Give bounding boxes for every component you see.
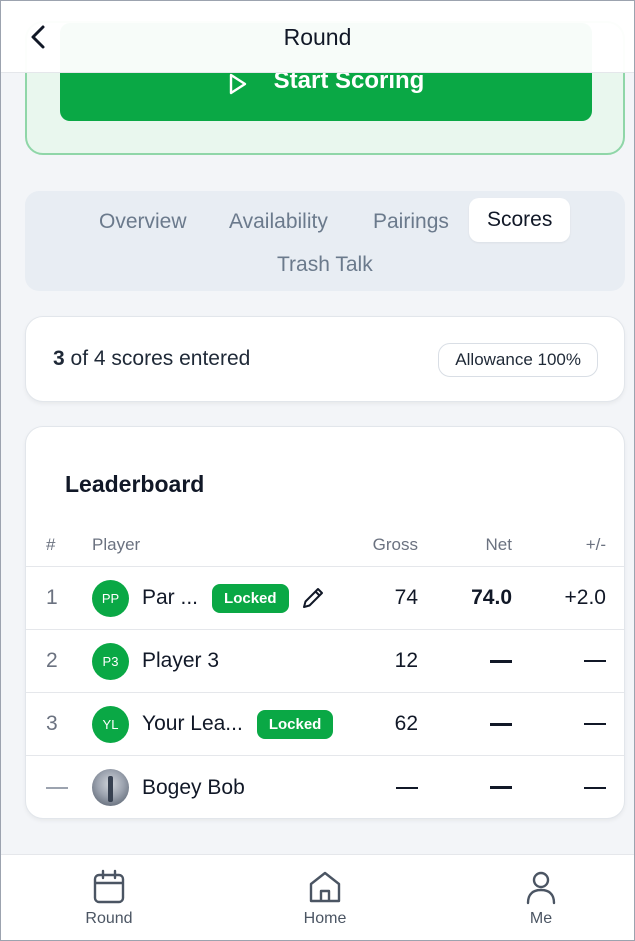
- tab-overview[interactable]: Overview: [81, 200, 205, 244]
- player-name: Player 3: [142, 649, 220, 672]
- tab-trash-talk[interactable]: Trash Talk: [259, 243, 391, 287]
- table-row[interactable]: 3 YL Your Lea... Locked 62: [26, 693, 624, 756]
- empty-value: [490, 659, 512, 663]
- col-net: Net: [485, 534, 512, 554]
- row-rank: 2: [46, 649, 58, 672]
- empty-value: [584, 660, 606, 662]
- col-rank: #: [46, 534, 56, 554]
- nav-home-label: Home: [303, 910, 347, 927]
- pencil-icon: [302, 588, 323, 608]
- app-header: Round: [1, 1, 634, 73]
- edit-score-button[interactable]: [300, 585, 326, 611]
- empty-value: [584, 786, 606, 789]
- tab-scores[interactable]: Scores: [469, 198, 571, 242]
- row-player: P3 Player 3: [92, 630, 219, 692]
- row-diff: [584, 630, 606, 692]
- scores-entered-text: 3 of 4 scores entered: [53, 347, 250, 371]
- row-diff: +2.0: [564, 586, 606, 609]
- row-net: 74.0: [471, 586, 512, 609]
- empty-value: [46, 786, 68, 789]
- row-net: [490, 693, 512, 755]
- page-title: Round: [283, 24, 352, 50]
- tab-availability[interactable]: Availability: [211, 200, 346, 244]
- table-row[interactable]: 1 PP Par ... Locked 74 74.0 +2.0: [26, 567, 624, 630]
- calendar-icon: [93, 869, 125, 904]
- bottom-nav: Round Home Me: [1, 854, 634, 940]
- row-gross: 12: [394, 649, 418, 672]
- row-diff: [584, 693, 606, 755]
- round-tabs: Overview Availability Pairings Scores Tr…: [25, 191, 625, 291]
- locked-badge: Locked: [212, 583, 289, 613]
- row-gross: 62: [394, 712, 418, 735]
- nav-me[interactable]: Me: [481, 869, 601, 928]
- nav-me-label: Me: [529, 910, 553, 927]
- avatar: PP: [92, 579, 129, 617]
- table-row[interactable]: 2 P3 Player 3 12: [26, 630, 624, 693]
- home-icon: [309, 871, 341, 903]
- scores-entered-count: 3: [53, 347, 65, 370]
- row-gross: [396, 756, 418, 818]
- col-gross: Gross: [372, 534, 418, 554]
- back-button[interactable]: [19, 17, 59, 57]
- nav-round-label: Round: [85, 910, 133, 927]
- row-rank: [46, 756, 68, 818]
- play-icon: [229, 73, 246, 95]
- player-name: Par ...: [142, 586, 199, 609]
- col-player: Player: [92, 534, 141, 554]
- leaderboard-card: Leaderboard # Player Gross Net +/- 1 PP …: [25, 426, 625, 819]
- row-player: PP Par ... Locked: [92, 567, 326, 629]
- nav-round[interactable]: Round: [49, 869, 169, 928]
- row-net: [490, 756, 512, 818]
- leaderboard-title: Leaderboard: [65, 471, 205, 497]
- row-gross: 74: [394, 586, 418, 609]
- avatar-photo: [92, 769, 129, 806]
- row-net: [490, 630, 512, 692]
- scores-entered-label: of 4 scores entered: [70, 347, 251, 370]
- nav-home[interactable]: Home: [265, 869, 385, 928]
- player-name: Bogey Bob: [142, 775, 245, 799]
- row-rank: 3: [46, 712, 58, 735]
- avatar: P3: [92, 642, 129, 680]
- user-icon: [526, 871, 556, 905]
- row-diff: [584, 756, 606, 818]
- scores-summary-card: 3 of 4 scores entered Allowance 100%: [25, 316, 625, 402]
- allowance-badge: Allowance 100%: [438, 343, 598, 377]
- chevron-left-icon: [31, 25, 45, 49]
- row-player: YL Your Lea... Locked: [92, 693, 334, 755]
- empty-value: [584, 723, 606, 725]
- empty-value: [490, 786, 512, 789]
- avatar: YL: [92, 705, 129, 743]
- player-name: Your Lea...: [142, 712, 243, 735]
- table-row[interactable]: Bogey Bob: [26, 756, 624, 818]
- locked-badge: Locked: [256, 709, 334, 739]
- tab-pairings[interactable]: Pairings: [355, 200, 467, 244]
- row-player: Bogey Bob: [92, 756, 245, 818]
- empty-value: [490, 722, 512, 726]
- leaderboard-header: # Player Gross Net +/-: [26, 523, 624, 567]
- col-diff: +/-: [585, 534, 606, 554]
- empty-value: [396, 786, 418, 789]
- row-rank: 1: [46, 586, 58, 609]
